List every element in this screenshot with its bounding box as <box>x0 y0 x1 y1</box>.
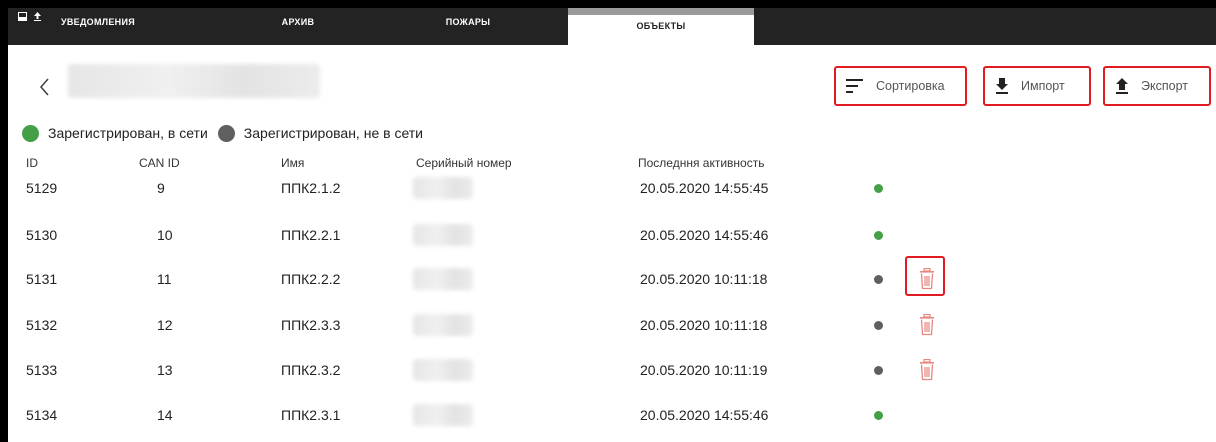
cell-id: 5133 <box>26 362 58 378</box>
online-legend-dot <box>22 124 39 142</box>
tab-notifications[interactable]: Уведомления <box>38 8 158 45</box>
cell-can-id: 12 <box>157 317 173 333</box>
cell-can-id: 9 <box>157 180 165 196</box>
cell-can-id: 13 <box>157 362 173 378</box>
export-button[interactable]: Экспорт <box>1103 66 1211 106</box>
window-icon[interactable] <box>18 12 27 21</box>
status-dot <box>874 275 883 284</box>
offline-legend-label: Зарегистрирован, не в сети <box>243 125 423 141</box>
status-legend: Зарегистрирован, в сети Зарегистрирован,… <box>22 123 423 143</box>
cell-id: 5134 <box>26 407 58 423</box>
header-last-activity: Последння активность <box>638 156 765 170</box>
header-name: Имя <box>281 156 305 170</box>
trash-icon[interactable] <box>917 314 937 336</box>
cell-name: ППК2.2.1 <box>281 227 341 243</box>
cell-name: ППК2.3.3 <box>281 317 341 333</box>
cell-id: 5129 <box>26 180 58 196</box>
status-dot <box>874 366 883 375</box>
cell-last-activity: 20.05.2020 14:55:46 <box>640 227 769 243</box>
app-window: Уведомления Архив Пожары Объекты Сортиро… <box>8 8 1216 442</box>
cell-serial-redacted <box>413 224 473 246</box>
cell-can-id: 10 <box>157 227 173 243</box>
sort-label: Сортировка <box>876 79 945 93</box>
cell-serial-redacted <box>413 177 473 199</box>
cell-last-activity: 20.05.2020 10:11:19 <box>640 362 768 378</box>
status-dot <box>874 411 883 420</box>
cell-last-activity: 20.05.2020 10:11:18 <box>640 271 768 287</box>
cell-name: ППК2.3.1 <box>281 407 341 423</box>
back-arrow-icon[interactable] <box>36 76 54 98</box>
sort-icon <box>846 79 863 93</box>
cell-can-id: 14 <box>157 407 173 423</box>
tab-fires[interactable]: Пожары <box>428 8 508 45</box>
cell-id: 5131 <box>26 271 58 287</box>
tab-archive[interactable]: Архив <box>258 8 338 45</box>
cell-last-activity: 20.05.2020 10:11:18 <box>640 317 768 333</box>
cell-id: 5130 <box>26 227 58 243</box>
cell-last-activity: 20.05.2020 14:55:45 <box>640 180 769 196</box>
offline-legend-dot <box>217 124 235 142</box>
cell-last-activity: 20.05.2020 14:55:46 <box>640 407 769 423</box>
cell-name: ППК2.2.2 <box>281 271 341 287</box>
header-can-id: CAN ID <box>139 156 180 170</box>
cell-serial-redacted <box>413 359 473 381</box>
trash-icon[interactable] <box>917 359 937 381</box>
status-dot <box>874 231 883 240</box>
tab-objects[interactable]: Объекты <box>568 8 754 45</box>
cell-can-id: 11 <box>157 271 172 287</box>
sort-button[interactable]: Сортировка <box>834 66 967 106</box>
cell-serial-redacted <box>413 268 473 290</box>
highlight-box <box>905 256 945 296</box>
cell-id: 5132 <box>26 317 58 333</box>
header-serial: Серийный номер <box>416 156 512 170</box>
header-id: ID <box>26 156 38 170</box>
import-label: Импорт <box>1021 79 1065 93</box>
import-button[interactable]: Импорт <box>983 66 1091 106</box>
upload-icon <box>1116 78 1128 94</box>
status-dot <box>874 184 883 193</box>
online-legend-label: Зарегистрирован, в сети <box>48 125 208 141</box>
status-dot <box>874 321 883 330</box>
tab-bar: Уведомления Архив Пожары Объекты <box>8 8 1216 45</box>
export-label: Экспорт <box>1141 79 1188 93</box>
cell-name: ППК2.3.2 <box>281 362 341 378</box>
download-icon <box>996 78 1008 94</box>
cell-name: ППК2.1.2 <box>281 180 341 196</box>
cell-serial-redacted <box>413 314 473 336</box>
cell-serial-redacted <box>413 404 473 426</box>
object-title-redacted <box>68 64 320 98</box>
